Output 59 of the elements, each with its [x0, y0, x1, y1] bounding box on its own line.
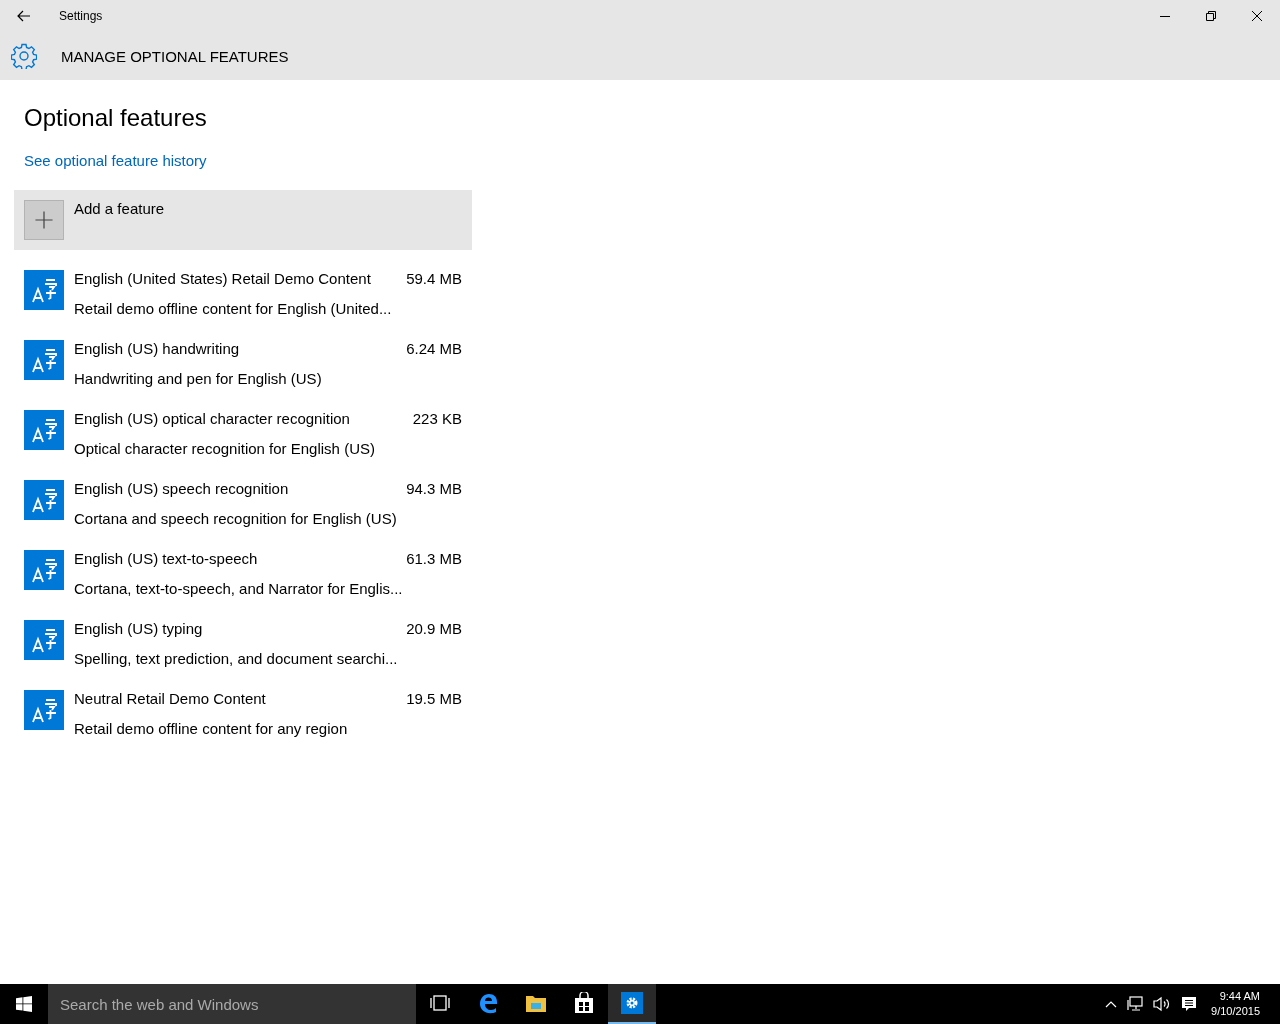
plus-icon [24, 200, 64, 240]
feature-item[interactable]: English (US) optical character recognition 223 KB Optical character recognition for English (US) [24, 410, 462, 480]
feature-item[interactable]: English (US) text-to-speech 61.3 MB Cortana, text-to-speech, and Narrator for Englis... [24, 550, 462, 620]
feature-size: 94.3 MB [406, 480, 462, 497]
feature-description: Cortana and speech recognition for English (US) [74, 510, 398, 527]
feature-name: English (US) text-to-speech [74, 550, 258, 567]
restore-icon [1206, 11, 1216, 21]
feature-description: Spelling, text prediction, and document searchi... [74, 650, 399, 667]
feature-size: 19.5 MB [406, 690, 462, 707]
feature-description: Cortana, text-to-speech, and Narrator for Englis... [74, 580, 404, 597]
feature-size: 6.24 MB [406, 340, 462, 357]
feature-description: Handwriting and pen for English (US) [74, 370, 323, 387]
chevron-up-icon[interactable] [1105, 1000, 1118, 1008]
network-icon[interactable] [1127, 996, 1144, 1012]
feature-description: Retail demo offline content for any region [74, 720, 349, 737]
feature-size: 59.4 MB [406, 270, 462, 287]
language-icon [24, 620, 64, 660]
clock-date[interactable]: 9/10/2015 [1211, 1004, 1260, 1019]
language-icon [24, 690, 64, 730]
feature-size: 61.3 MB [406, 550, 462, 567]
feature-item[interactable]: English (US) handwriting 6.24 MB Handwriting and pen for English (US) [24, 340, 462, 410]
feature-item[interactable]: English (United States) Retail Demo Content 59.4 MB Retail demo offline content for English (United... [24, 270, 462, 340]
message-icon[interactable] [1181, 996, 1198, 1012]
feature-item[interactable]: English (US) speech recognition 94.3 MB Cortana and speech recognition for English (US) [24, 480, 462, 550]
language-icon [24, 270, 64, 310]
feature-name: English (US) speech recognition [74, 480, 289, 497]
feature-description: Optical character recognition for English (US) [74, 440, 376, 457]
taskbar-app-button[interactable] [608, 984, 656, 1024]
browser-icon [477, 992, 499, 1014]
close-icon [1252, 11, 1262, 21]
feature-name: English (United States) Retail Demo Content [74, 270, 371, 287]
settings-icon [11, 43, 37, 69]
back-arrow-icon [17, 10, 31, 22]
feature-name: Neutral Retail Demo Content [74, 690, 266, 707]
speaker-icon[interactable] [1153, 996, 1172, 1012]
folder-icon [525, 993, 547, 1013]
page-title: Optional features [24, 104, 208, 132]
search-field[interactable]: Search the web and Windows [48, 984, 416, 1024]
language-icon [24, 410, 64, 450]
feature-description: Retail demo offline content for English (United... [74, 300, 393, 317]
language-icon [24, 340, 64, 380]
add-feature-button[interactable]: Add a feature [14, 190, 472, 250]
feature-size: 20.9 MB [406, 620, 462, 637]
feature-item[interactable]: Neutral Retail Demo Content 19.5 MB Retail demo offline content for any region [24, 690, 462, 760]
windows-logo-icon [16, 996, 32, 1012]
language-icon [24, 550, 64, 590]
feature-name: English (US) handwriting [74, 340, 240, 357]
feature-name: English (US) typing [74, 620, 203, 637]
page-header: MANAGE OPTIONAL FEATURES [61, 47, 289, 65]
language-icon [24, 480, 64, 520]
window-title: Settings [59, 9, 103, 23]
feature-name: English (US) optical character recognition [74, 410, 350, 427]
settings-icon [621, 992, 643, 1014]
shopping-bag-icon [574, 992, 594, 1014]
task-view-icon [430, 995, 450, 1011]
feature-history-link[interactable]: See optional feature history [24, 152, 207, 169]
clock-time[interactable]: 9:44 AM [1219, 989, 1260, 1004]
feature-size: 223 KB [412, 410, 462, 427]
feature-item[interactable]: English (US) typing 20.9 MB Spelling, text prediction, and document searchi... [24, 620, 462, 690]
